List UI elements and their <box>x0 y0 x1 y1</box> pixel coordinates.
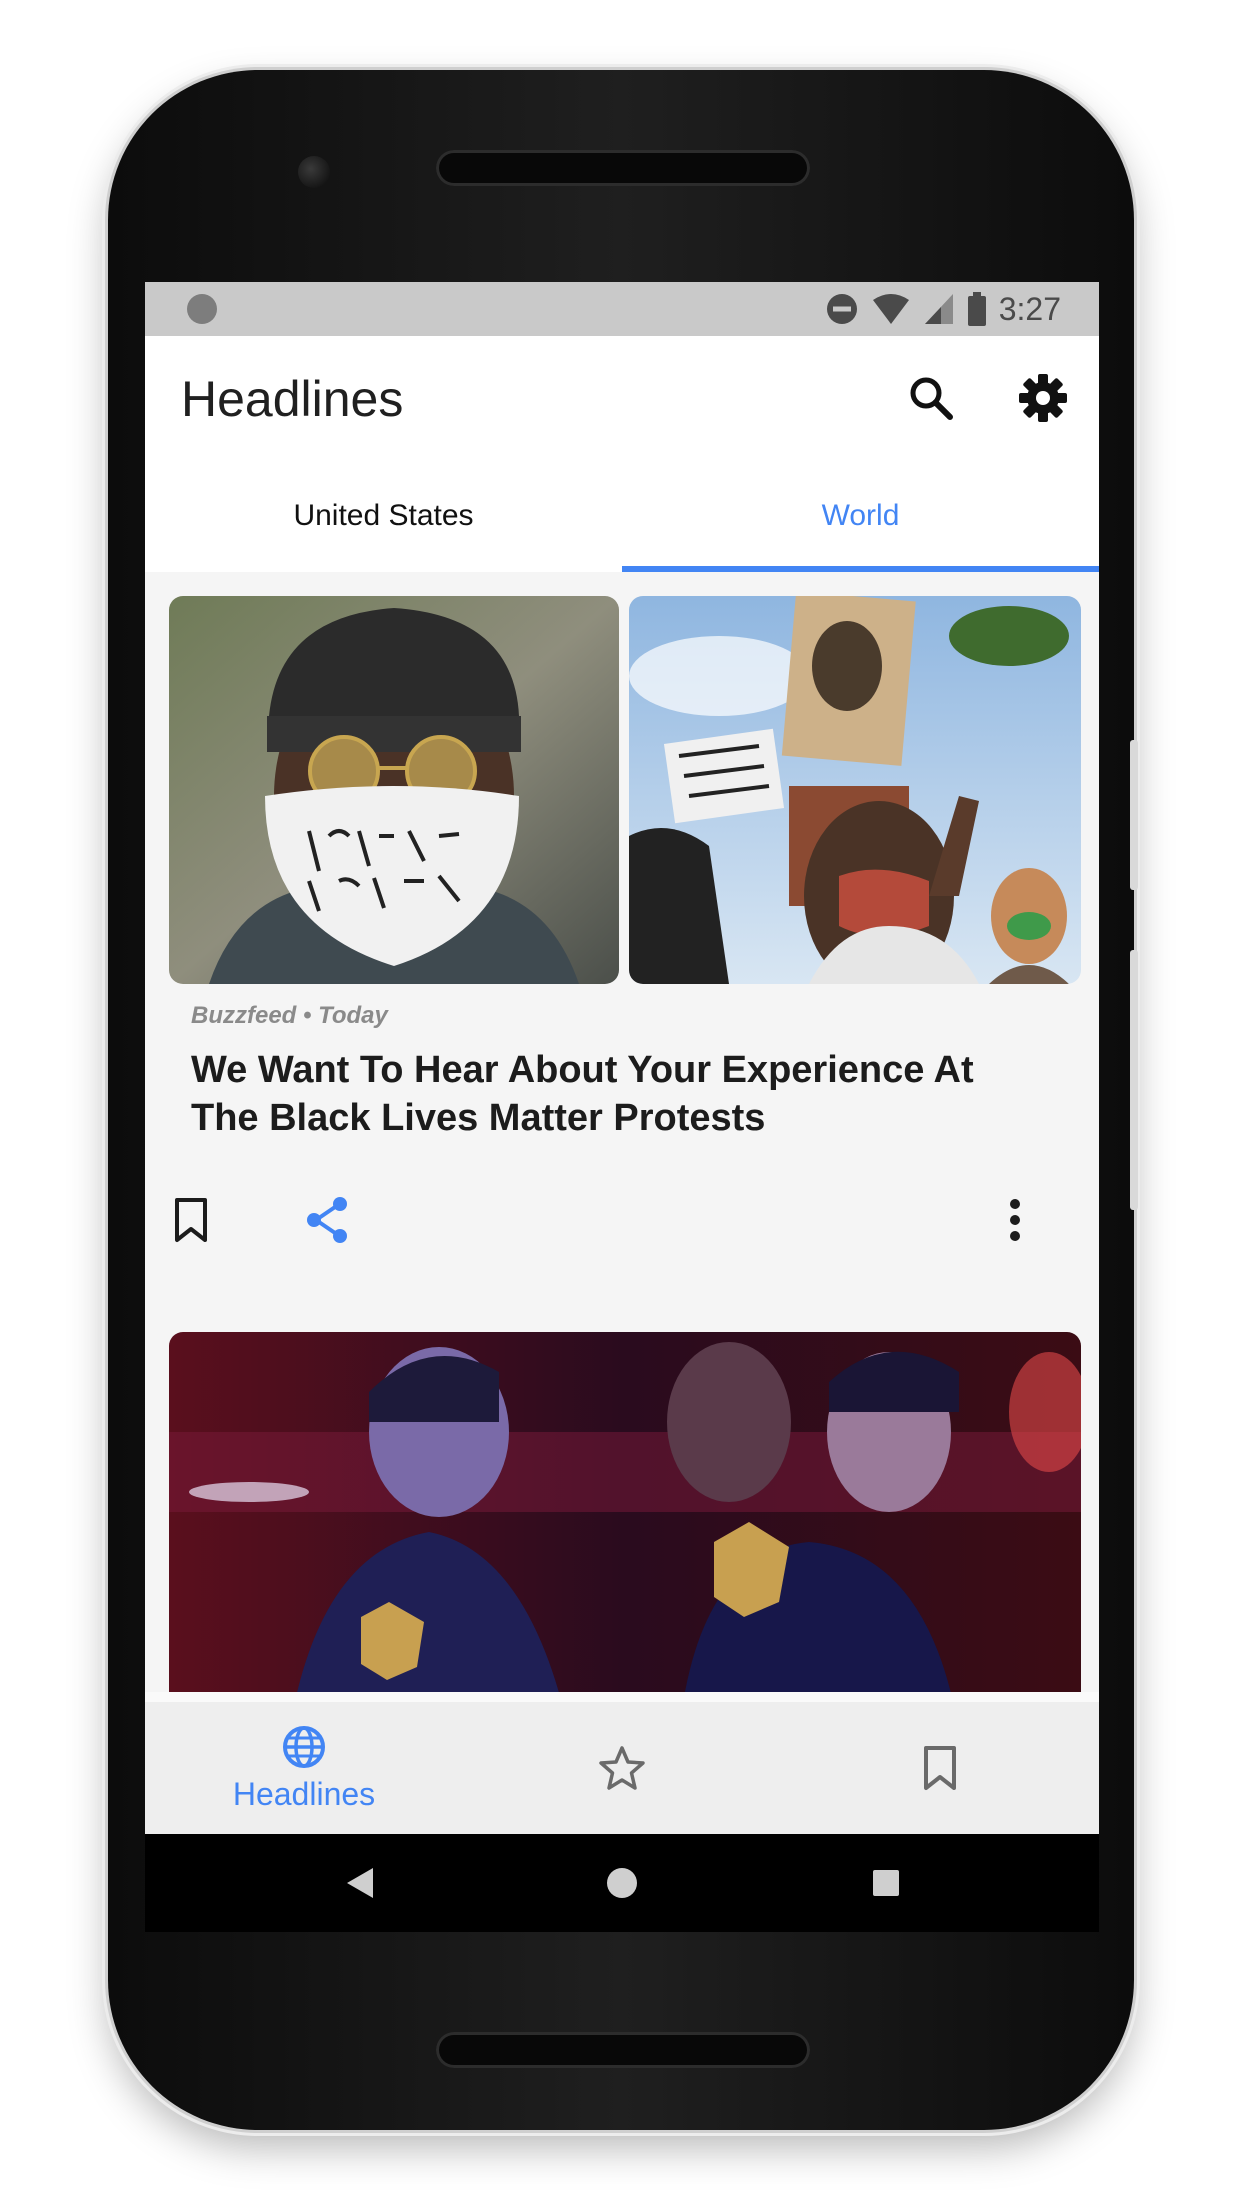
notification-dot-icon <box>187 294 217 324</box>
news-feed[interactable]: Buzzfeed • Today We Want To Hear About Y… <box>145 572 1099 1692</box>
back-button[interactable] <box>335 1858 385 1908</box>
do-not-disturb-icon <box>826 294 857 324</box>
home-button[interactable] <box>597 1858 647 1908</box>
cellular-signal-icon <box>924 294 953 324</box>
front-camera <box>298 156 330 188</box>
power-button <box>1130 740 1138 890</box>
tab-united-states[interactable]: United States <box>145 460 622 572</box>
recents-square-icon <box>873 1870 899 1896</box>
bottom-speaker <box>436 2032 810 2068</box>
page-title: Headlines <box>181 371 404 427</box>
app-screen: 3:27 Headlines United States World Buzzf… <box>145 282 1099 1932</box>
settings-gear-icon <box>1019 374 1067 422</box>
tab-bar: United States World <box>145 460 1099 572</box>
search-icon <box>910 377 953 420</box>
back-triangle-icon <box>347 1868 373 1898</box>
status-bar: 3:27 <box>145 282 1099 336</box>
bookmark-icon <box>175 1198 207 1242</box>
nav-favorites[interactable] <box>463 1702 781 1834</box>
tab-world[interactable]: World <box>622 460 1099 572</box>
volume-button <box>1130 950 1138 1210</box>
status-time: 3:27 <box>998 290 1061 327</box>
device-frame-stage: 3:27 Headlines United States World Buzzf… <box>0 0 1242 2208</box>
search-button[interactable] <box>899 366 963 430</box>
more-options-button[interactable] <box>983 1188 1047 1252</box>
system-navigation-bar <box>145 1834 1099 1932</box>
status-icons: 3:27 <box>825 290 1061 328</box>
battery-icon <box>967 292 986 326</box>
nav-headlines-label: Headlines <box>232 1775 376 1812</box>
nav-headlines[interactable]: Headlines <box>145 1702 463 1834</box>
article-source-line: Buzzfeed • Today <box>191 1002 388 1029</box>
settings-button[interactable] <box>1011 366 1075 430</box>
article-headline[interactable]: We Want To Hear About Your Experience At… <box>191 1046 1051 1142</box>
share-icon <box>307 1197 347 1243</box>
police-officers-photo[interactable] <box>169 1332 1081 1692</box>
nav-saved[interactable] <box>781 1702 1099 1834</box>
more-options-icon <box>1010 1199 1020 1241</box>
bookmark-button[interactable] <box>159 1188 223 1252</box>
star-icon <box>599 1746 645 1790</box>
wifi-icon <box>872 294 909 324</box>
share-button[interactable] <box>295 1188 359 1252</box>
top-speaker <box>436 150 810 186</box>
bottom-navigation: Headlines <box>145 1702 1099 1834</box>
protester-mask-photo[interactable] <box>169 596 619 984</box>
globe-icon <box>283 1725 325 1768</box>
app-bar: Headlines <box>145 336 1099 460</box>
bookmark-icon <box>924 1746 956 1790</box>
protest-crowd-photo[interactable] <box>629 596 1081 984</box>
recents-button[interactable] <box>861 1858 911 1908</box>
home-circle-icon <box>607 1868 637 1898</box>
